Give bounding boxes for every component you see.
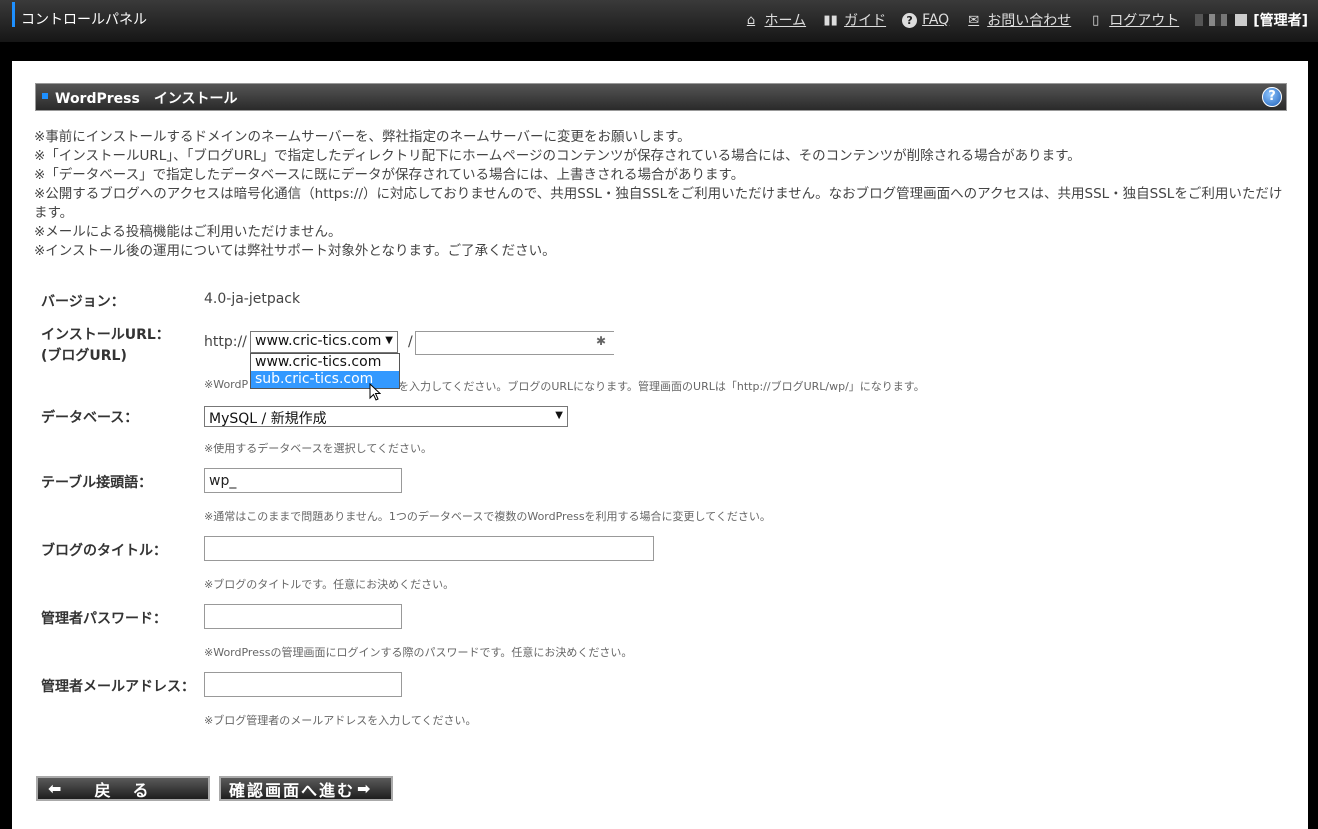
admin-password-label: 管理者パスワード： (41, 611, 167, 627)
nav-faq-link[interactable]: ? FAQ (902, 12, 949, 28)
install-url-hint-start: ※WordP (204, 378, 249, 391)
back-button[interactable]: ⬅ 戻 る (36, 776, 210, 801)
section-title: WordPress インストール (55, 91, 238, 107)
note-line: ※メールによる投稿機能はご利用いただけません。 (34, 224, 342, 240)
domain-select-value: www.cric-tics.com (255, 333, 382, 349)
nav-guide-link[interactable]: ▮▮ ガイド (822, 10, 886, 30)
install-path-input[interactable] (415, 331, 614, 355)
confirm-button[interactable]: 確認画面へ進む ➡ (219, 776, 393, 801)
nav-contact-label: お問い合わせ (987, 13, 1072, 29)
nav-logout-label: ログアウト (1109, 13, 1180, 29)
note-line: ※「データベース」で指定したデータベースに既にデータが保存されている場合には、上… (34, 167, 745, 183)
blog-title-label: ブログのタイトル： (41, 543, 167, 559)
confirm-button-label: 確認画面へ進む (229, 780, 356, 800)
chevron-down-icon: ▼ (385, 335, 393, 346)
door-icon: ▯ (1092, 12, 1100, 28)
home-icon: ⌂ (746, 12, 756, 28)
version-value: 4.0-ja-jetpack (204, 291, 301, 307)
chevron-down-icon: ▼ (555, 410, 563, 421)
nav-logout-link[interactable]: ▯ ログアウト (1087, 10, 1179, 30)
question-icon: ? (902, 12, 918, 28)
admin-email-input[interactable] (204, 672, 402, 697)
help-icon[interactable]: ? (1262, 87, 1282, 107)
table-prefix-hint: ※通常はこのままで問題ありません。1つのデータベースで複数のWordPressを… (204, 510, 771, 523)
note-line: ※公開するブログへのアクセスは暗号化通信（https://）に対応しておりません… (34, 186, 1283, 221)
nav-contact-link[interactable]: ✉ お問い合わせ (965, 10, 1071, 30)
database-label: データベース： (41, 410, 139, 426)
user-role: [管理者] (1253, 13, 1308, 29)
username-redacted (1195, 14, 1248, 26)
table-prefix-label: テーブル接頭語： (41, 475, 153, 491)
url-prefix: http:// (204, 334, 247, 350)
install-url-label: インストールURL： (41, 327, 170, 343)
blog-title-hint: ※ブログのタイトルです。任意にお決めください。 (204, 578, 455, 591)
section-header: WordPress インストール ? (35, 83, 1287, 111)
nav-guide-label: ガイド (844, 13, 887, 29)
table-prefix-input[interactable]: wp_ (204, 468, 402, 493)
admin-password-input[interactable] (204, 604, 402, 629)
version-label: バージョン： (41, 294, 125, 310)
database-select[interactable]: MySQL / 新規作成 ▼ (204, 406, 568, 427)
book-icon: ▮▮ (823, 12, 838, 28)
table-prefix-value: wp_ (209, 473, 237, 489)
note-line: ※インストール後の運用については弊社サポート対象外となります。ご了承ください。 (34, 243, 556, 259)
note-line: ※「インストールURL」、「ブログURL」で指定したディレクトリ配下にホームペー… (34, 148, 1081, 164)
admin-email-label: 管理者メールアドレス： (41, 679, 195, 695)
notes: ※事前にインストールするドメインのネームサーバーを、弊社指定のネームサーバーに変… (34, 128, 1294, 261)
nav-home-link[interactable]: ⌂ ホーム (742, 10, 806, 30)
domain-option[interactable]: www.cric-tics.com (251, 354, 399, 371)
nav-faq-label: FAQ (922, 12, 950, 28)
blog-url-label: (ブログURL) (41, 348, 127, 364)
top-bar: コントロールパネル ⌂ ホーム ▮▮ ガイド ? FAQ ✉ お問い合わせ ▯ ログアウト… (0, 0, 1318, 42)
database-select-value: MySQL / 新規作成 (209, 411, 327, 427)
blog-title-input[interactable] (204, 536, 654, 561)
install-url-hint-end: を入力してください。ブログのURLになります。管理画面のURLは「http://… (398, 380, 925, 393)
url-slash: / (408, 334, 413, 350)
input-tool-icon: ✱ (596, 334, 607, 348)
note-line: ※事前にインストールするドメインのネームサーバーを、弊社指定のネームサーバーに変… (34, 129, 691, 145)
arrow-left-icon: ⬅ (48, 779, 65, 798)
domain-select[interactable]: www.cric-tics.com ▼ (250, 331, 398, 353)
back-button-label: 戻 る (94, 780, 152, 800)
brand-title: コントロールパネル (21, 12, 147, 28)
main-panel: WordPress インストール ? ※事前にインストールするドメインのネームサ… (12, 61, 1308, 829)
admin-password-hint: ※WordPressの管理画面にログインする際のパスワードです。任意にお決めくだ… (204, 646, 633, 659)
nav-home-label: ホーム (764, 13, 807, 29)
brand-accent (12, 2, 15, 27)
admin-email-hint: ※ブログ管理者のメールアドレスを入力してください。 (204, 714, 477, 727)
top-nav: ⌂ ホーム ▮▮ ガイド ? FAQ ✉ お問い合わせ ▯ ログアウト [管理者] (726, 10, 1308, 30)
mouse-cursor-icon (369, 383, 381, 401)
arrow-right-icon: ➡ (357, 779, 374, 798)
mail-icon: ✉ (968, 12, 980, 28)
section-marker (42, 93, 48, 99)
database-hint: ※使用するデータベースを選択してください。 (204, 442, 433, 455)
